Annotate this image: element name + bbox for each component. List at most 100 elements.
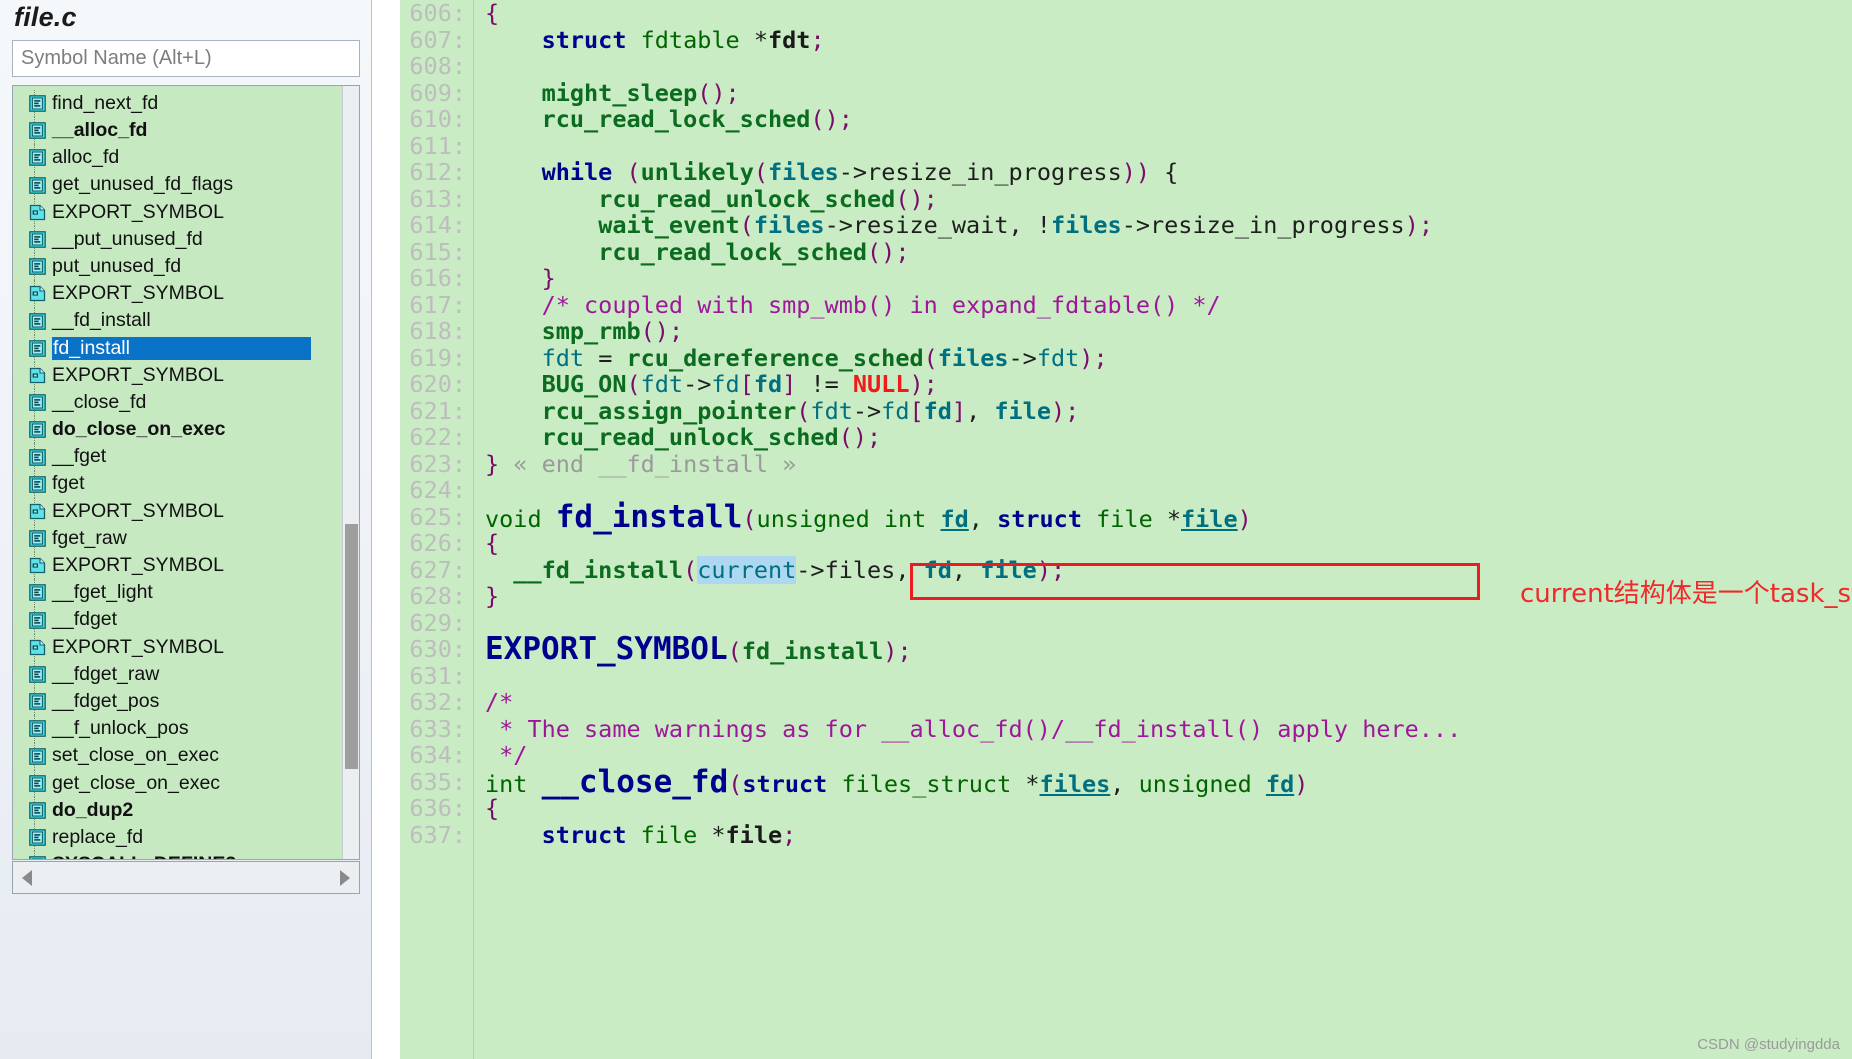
tree-item-put_unused_fd[interactable]: __put_unused_fd [13,225,343,254]
tree-item-fdget_raw[interactable]: __fdget_raw [13,660,343,689]
line-content[interactable]: } « end __fd_install » [473,450,1852,478]
line-content[interactable]: int __close_fd(struct files_struct *file… [473,766,1852,798]
tree-horizontal-scrollbar[interactable] [12,861,360,894]
tree-item-fd_install[interactable]: fd_install [13,334,343,362]
code-token: fd [881,396,910,425]
code-line[interactable]: 636: { [400,795,1852,822]
line-number: 625: [409,502,466,531]
symbol-tree[interactable]: find_next_fd __alloc_fd alloc_fd get_unused… [13,86,343,859]
line-content[interactable]: fdt = rcu_dereference_sched(files->fdt); [473,344,1852,372]
code-line[interactable]: 630: EXPORT_SYMBOL(fd_install); [400,634,1852,665]
line-content[interactable]: rcu_read_unlock_sched(); [473,424,1852,451]
line-content[interactable]: rcu_assign_pointer(fdt->fd[fd], file); [473,396,1852,425]
code-line[interactable]: 611: [400,132,1852,160]
tree-item-label: __fd_install [52,309,151,332]
tree-item-fget_raw[interactable]: fget_raw [13,525,343,553]
code-line[interactable]: 618: smp_rmb(); [400,318,1852,345]
tree-item-set_close_on_exec[interactable]: set_close_on_exec [13,742,343,770]
line-content[interactable]: } [473,265,1852,292]
tree-item-syscall_define3[interactable]: SYSCALL_DEFINE3 [13,851,343,859]
line-content[interactable]: EXPORT_SYMBOL(fd_install); [473,634,1852,665]
line-content[interactable]: struct file *file; [473,821,1852,849]
code-line[interactable]: 635: int __close_fd(struct files_struct *… [400,766,1852,798]
tree-item-put_unused_fd[interactable]: put_unused_fd [13,253,343,281]
tree-item-fd_install[interactable]: __fd_install [13,307,343,335]
tree-item-export_symbol[interactable]: EXPORT_SYMBOL [13,497,343,525]
line-content[interactable]: struct fdtable *fdt; [473,26,1852,54]
tree-item-close_fd[interactable]: __close_fd [13,389,343,417]
tree-item-fdget_pos[interactable]: __fdget_pos [13,688,343,716]
tree-item-alloc_fd[interactable]: alloc_fd [13,144,343,172]
code-lines[interactable]: 606:{607: struct fdtable *fdt; 608: 609: m… [400,0,1852,848]
tree-item-fget[interactable]: __fget [13,443,343,471]
code-line[interactable]: 633: * The same warnings as for __alloc_… [400,715,1852,743]
function-icon [29,584,46,602]
code-line[interactable]: 612: while (unlikely(files->resize_in_pr… [400,159,1852,186]
line-number: 622: [409,423,466,451]
line-content[interactable]: { [473,530,1852,557]
code-line[interactable]: 621: rcu_assign_pointer(fdt->fd[fd], fil… [400,396,1852,425]
tree-item-label: EXPORT_SYMBOL [52,635,224,658]
code-line[interactable]: 626: { [400,530,1852,557]
code-line[interactable]: 619: fdt = rcu_dereference_sched(files->… [400,344,1852,372]
code-line[interactable]: 606: { [400,0,1852,27]
code-line[interactable]: 617: /* coupled with smp_wmb() in expand… [400,291,1852,319]
tree-item-export_symbol[interactable]: EXPORT_SYMBOL [13,633,343,661]
code-line[interactable]: 620: BUG_ON(fdt->fd[fd] != NULL); [400,371,1852,398]
line-content[interactable]: wait_event(files->resize_wait, !files->r… [473,212,1852,239]
tree-item-get_unused_fd_flags[interactable]: get_unused_fd_flags [13,171,343,199]
tree-item-export_symbol[interactable]: EXPORT_SYMBOL [13,280,343,308]
code-line[interactable]: 615: rcu_read_lock_sched(); [400,237,1852,266]
code-token: () [867,237,896,266]
line-content[interactable]: BUG_ON(fdt->fd[fd] != NULL); [473,371,1852,398]
code-line[interactable]: 616: } [400,265,1852,292]
line-content[interactable]: /* coupled with smp_wmb() in expand_fdta… [473,291,1852,319]
line-content[interactable]: while (unlikely(files->resize_in_progres… [473,159,1852,186]
code-line[interactable]: 625: void fd_install(unsigned int fd, str… [400,501,1852,532]
tree-item-do_close_on_exec[interactable]: do_close_on_exec [13,416,343,444]
tree-item-fget[interactable]: fget [13,470,343,498]
line-content[interactable]: might_sleep(); [473,79,1852,107]
line-content[interactable]: { [473,795,1852,822]
code-line[interactable]: 622: rcu_read_unlock_sched(); [400,424,1852,451]
tree-item-fget_light[interactable]: __fget_light [13,579,343,607]
code-line[interactable]: 614: wait_event(files->resize_wait, !fil… [400,212,1852,239]
code-line[interactable]: 607: struct fdtable *fdt; [400,26,1852,54]
tree-item-export_symbol[interactable]: EXPORT_SYMBOL [13,552,343,580]
code-line[interactable]: 613: rcu_read_unlock_sched(); [400,185,1852,213]
code-line[interactable]: 623:} « end __fd_install » [400,450,1852,478]
line-content[interactable]: rcu_read_lock_sched(); [473,106,1852,133]
search-input[interactable] [13,41,359,76]
line-content[interactable]: smp_rmb(); [473,318,1852,345]
code-line[interactable]: 610: rcu_read_lock_sched(); [400,106,1852,133]
tree-item-alloc_fd[interactable]: __alloc_fd [13,117,343,145]
line-content[interactable]: * The same warnings as for __alloc_fd()/… [473,715,1852,743]
tree-item-f_unlock_pos[interactable]: __f_unlock_pos [13,715,343,743]
tree-item-replace_fd[interactable]: replace_fd [13,824,343,852]
code-token: ; [867,423,882,451]
line-content[interactable]: rcu_read_lock_sched(); [473,237,1852,266]
tree-scrollbar-thumb[interactable] [345,524,358,769]
tree-item-get_close_on_exec[interactable]: get_close_on_exec [13,769,343,797]
code-line[interactable]: 632: /* [400,689,1852,716]
code-line[interactable]: 608: [400,53,1852,80]
line-content[interactable]: /* [473,689,1852,716]
code-token: { [485,0,500,27]
tree-item-export_symbol[interactable]: EXPORT_SYMBOL [13,361,343,390]
code-line[interactable]: 637: struct file *file; [400,821,1852,849]
code-line[interactable]: 609: might_sleep(); [400,79,1852,107]
line-content[interactable]: { [473,0,1852,27]
code-token: ( [753,158,768,186]
line-content[interactable]: void fd_install(unsigned int fd, struct … [473,501,1852,532]
symbol-search-box[interactable] [12,40,360,77]
tree-item-export_symbol[interactable]: EXPORT_SYMBOL [13,198,343,226]
tree-item-fdget[interactable]: __fdget [13,606,343,634]
scroll-left-arrow-icon[interactable] [13,862,41,893]
tree-item-do_dup2[interactable]: do_dup2 [13,796,343,825]
scroll-right-arrow-icon[interactable] [331,862,359,893]
line-content[interactable]: rcu_read_unlock_sched(); [473,185,1852,213]
code-editor[interactable]: 606:{607: struct fdtable *fdt; 608: 609: m… [400,0,1852,1059]
tree-vertical-scrollbar[interactable] [342,86,359,859]
tree-item-find_next_fd[interactable]: find_next_fd [13,90,343,118]
code-token: fd [1265,769,1295,798]
